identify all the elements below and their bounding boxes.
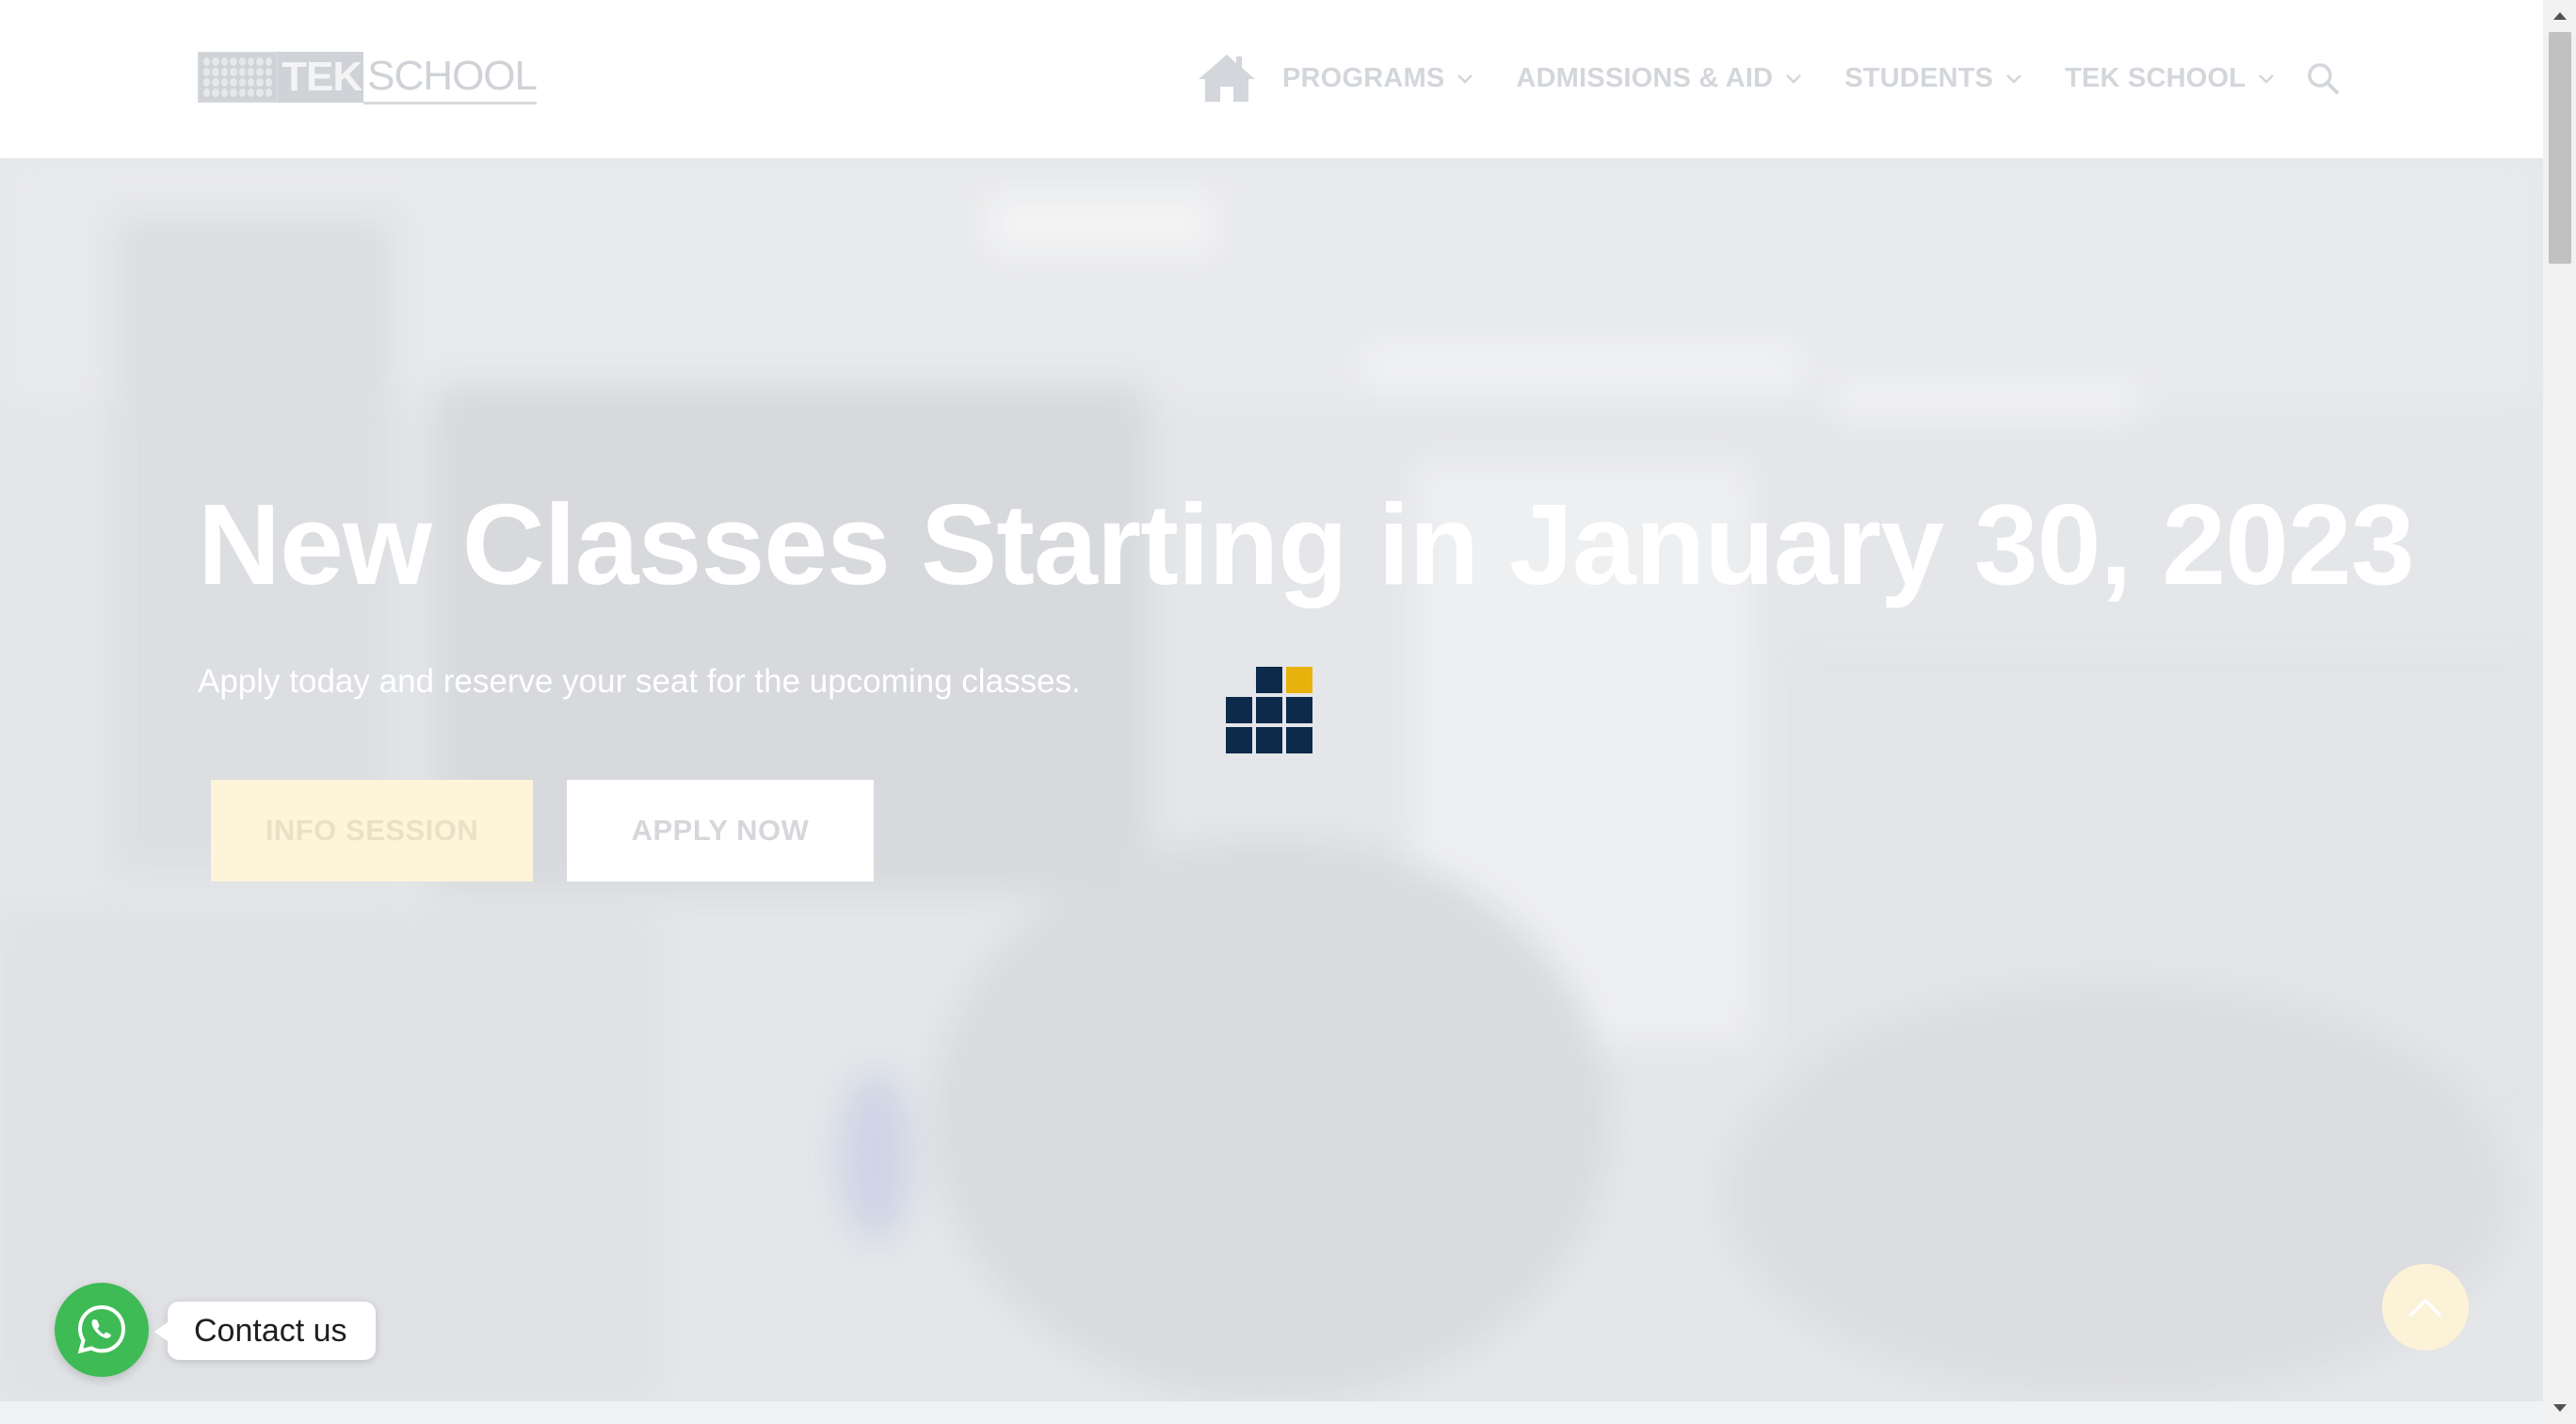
main-nav: PROGRAMS ADMISSIONS & AID STUDENTS TEK S… [1196,47,2339,109]
nav-item-label: PROGRAMS [1282,62,1445,93]
chevron-up-icon [2408,1298,2442,1318]
nav-item-label: STUDENTS [1844,62,1994,93]
chevron-down-icon [2006,74,2021,84]
chevron-down-icon [1786,74,1802,84]
back-to-top-button[interactable] [2382,1264,2469,1351]
loading-spinner [1226,667,1314,755]
logo-mark [198,52,279,103]
nav-item-programs[interactable]: PROGRAMS [1282,63,1474,94]
nav-item-label: ADMISSIONS & AID [1516,62,1774,93]
home-icon[interactable] [1196,50,1258,106]
hero-section: New Classes Starting in January 30, 2023… [0,158,2543,1401]
nav-item-label: TEK SCHOOL [2065,62,2246,93]
contact-us-bubble[interactable]: Contact us [154,1302,376,1360]
contact-us-label: Contact us [194,1312,347,1349]
hero-subtitle: Apply today and reserve your seat for th… [198,663,1081,700]
whatsapp-icon[interactable] [55,1283,149,1377]
nav-item-admissions-aid[interactable]: ADMISSIONS & AID [1516,63,1803,94]
nav-item-tek-school[interactable]: TEK SCHOOL [2065,63,2276,94]
scroll-down-arrow-icon[interactable] [2543,1392,2576,1424]
nav-item-students[interactable]: STUDENTS [1844,63,2023,94]
scroll-up-arrow-icon[interactable] [2543,0,2576,32]
page-bottom-strip [0,1401,2543,1424]
logo-text-school: SCHOOL [363,51,538,105]
apply-now-button[interactable]: APPLY NOW [567,780,874,882]
hero-title: New Classes Starting in January 30, 2023 [198,480,2415,608]
info-session-button[interactable]: INFO SESSION [211,780,533,882]
page-scrollbar[interactable] [2543,0,2576,1424]
logo-text-tek: TEK [278,52,364,103]
tekschool-logo[interactable]: TEK SCHOOL [198,51,538,105]
chevron-down-icon [2259,74,2275,84]
scrollbar-thumb[interactable] [2549,32,2571,264]
chevron-down-icon [1457,74,1473,84]
site-header: TEK SCHOOL PROGRAMS ADMISSIONS & AID STU… [0,0,2543,158]
search-icon[interactable] [2297,53,2348,104]
